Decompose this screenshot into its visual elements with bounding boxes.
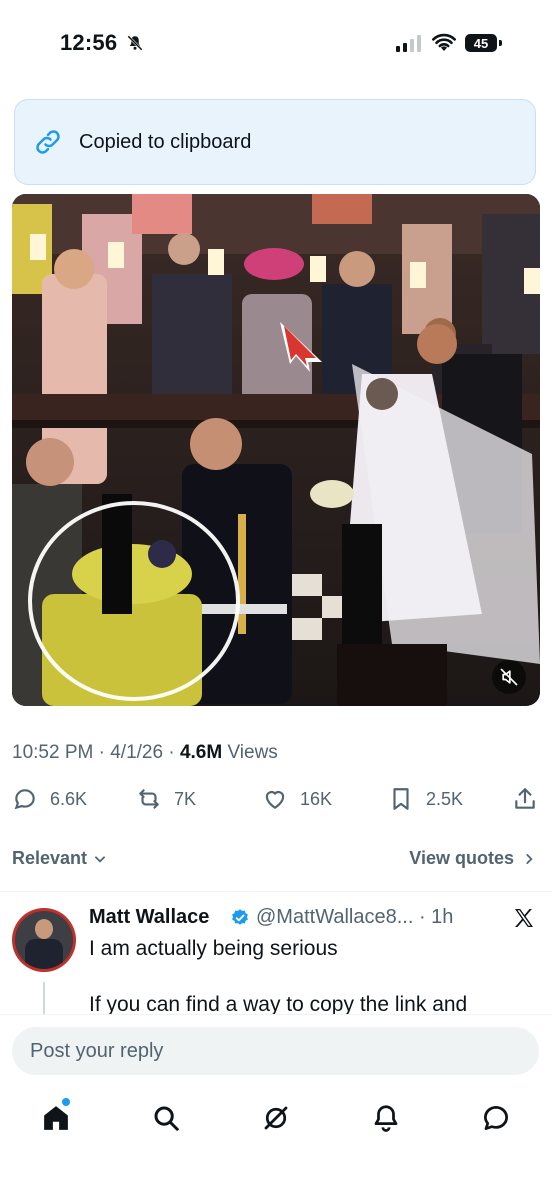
views-label: Views — [222, 742, 278, 763]
tab-grok[interactable] — [258, 1100, 294, 1136]
sort-label: Relevant — [12, 848, 88, 868]
verified-badge-icon — [232, 909, 248, 925]
tab-home[interactable] — [38, 1100, 74, 1136]
tab-messages[interactable] — [478, 1100, 514, 1136]
link-icon — [36, 130, 60, 154]
post-meta: 10:52 PM · 4/1/26 · 4.6M Views — [12, 742, 278, 764]
reply-placeholder: Post your reply — [30, 1039, 164, 1062]
reply-input[interactable]: Post your reply — [12, 1027, 539, 1075]
notifications-icon — [374, 1105, 398, 1132]
thread-line — [43, 982, 45, 1016]
reply-button[interactable]: 6.6K — [12, 786, 87, 812]
reply-time: 1h — [431, 906, 454, 928]
video-player[interactable] — [12, 194, 540, 706]
repost-button[interactable]: 7K — [136, 786, 196, 812]
share-button[interactable] — [512, 786, 538, 812]
reply-count: 6.6K — [50, 788, 88, 809]
reply-author-name[interactable]: Matt Wallace — [89, 906, 209, 929]
repost-icon — [139, 789, 159, 809]
home-icon — [44, 1106, 68, 1130]
unread-dot — [62, 1098, 70, 1106]
post-date: 4/1/26 — [110, 742, 164, 763]
grok-icon — [264, 1106, 288, 1130]
chevron-down-icon — [95, 855, 106, 863]
bookmark-button[interactable]: 2.5K — [388, 786, 463, 812]
views-count: 4.6M — [179, 742, 223, 763]
battery-icon: 45 — [465, 34, 497, 52]
mute-toggle-button[interactable] — [492, 660, 526, 694]
wifi-icon — [432, 33, 456, 51]
like-button[interactable]: 16K — [262, 786, 332, 812]
signal-icon — [396, 34, 421, 52]
chevron-right-icon — [526, 853, 533, 864]
reply-icon — [14, 789, 35, 810]
share-icon — [515, 788, 535, 809]
bookmark-count: 2.5K — [426, 788, 464, 809]
x-logo-icon — [515, 909, 533, 927]
reply-text-line: I am actually being serious — [89, 937, 338, 960]
copied-toast: Copied to clipboard — [14, 99, 536, 185]
bookmark-icon — [393, 788, 409, 810]
view-quotes-label: View quotes — [409, 848, 514, 868]
view-quotes-link[interactable]: View quotes — [409, 848, 536, 869]
repost-count: 7K — [174, 788, 197, 809]
tab-notifications[interactable] — [368, 1100, 404, 1136]
battery-tip — [499, 40, 502, 46]
reply-separator: · — [413, 906, 432, 928]
avatar[interactable] — [12, 908, 76, 972]
post-actions: 6.6K 7K 16K 2.5K — [12, 786, 540, 816]
reply-handle[interactable]: @MattWallace8... — [256, 906, 413, 928]
muted-speaker-icon — [500, 668, 518, 686]
post-time: 10:52 PM — [12, 742, 94, 763]
like-icon — [265, 791, 285, 809]
sort-dropdown[interactable]: Relevant — [12, 848, 107, 869]
divider — [0, 891, 552, 892]
video-frame-image — [12, 194, 540, 706]
like-count: 16K — [300, 788, 333, 809]
status-time: 12:56 — [60, 30, 118, 55]
bell-slash-icon — [127, 35, 143, 51]
reply-handle-line: @MattWallace8... · 1h — [256, 906, 453, 929]
meta-separator: · — [93, 742, 111, 763]
search-icon — [154, 1106, 179, 1131]
tab-search[interactable] — [148, 1100, 184, 1136]
toast-text: Copied to clipboard — [79, 130, 252, 153]
meta-separator: · — [163, 742, 180, 763]
messages-icon — [484, 1106, 508, 1130]
